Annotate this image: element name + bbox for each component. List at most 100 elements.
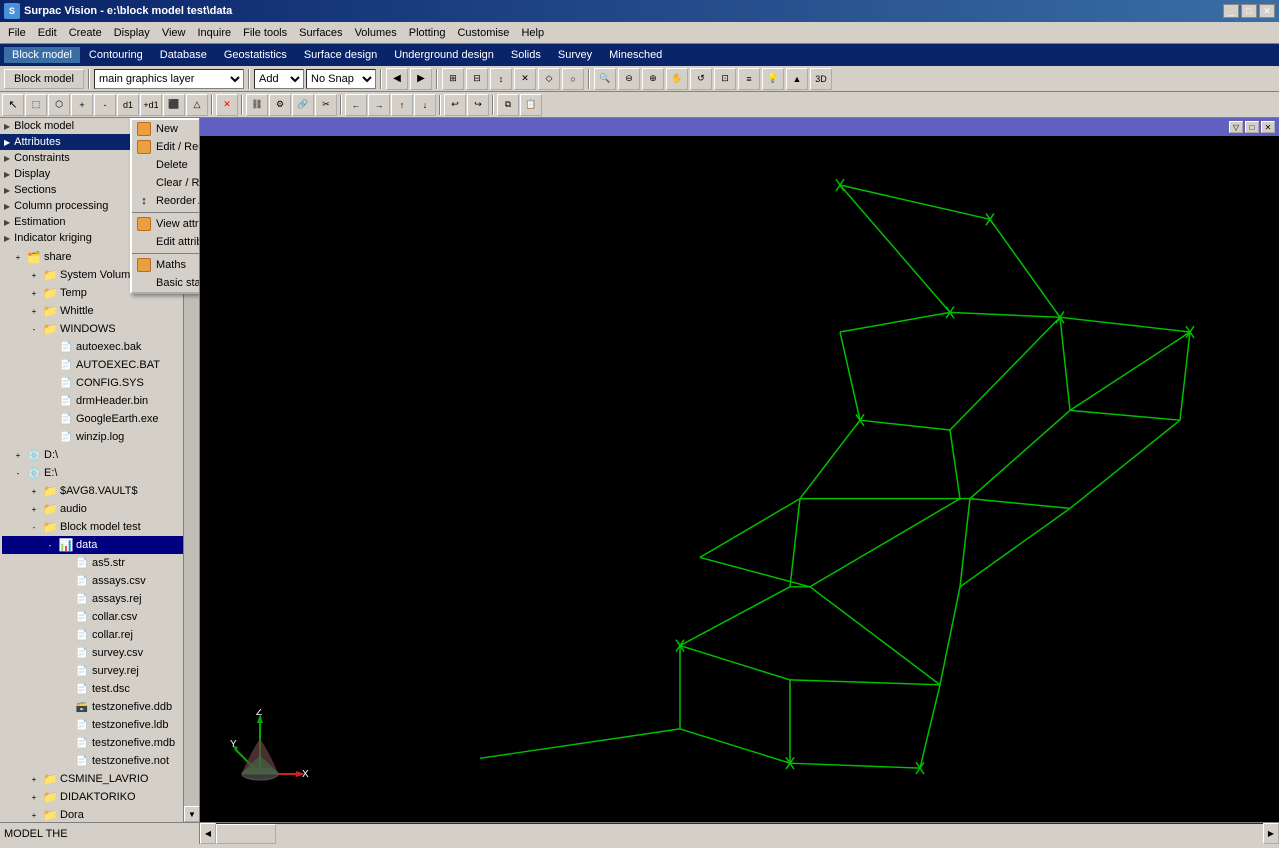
- tb-zoom-in[interactable]: 🔍: [594, 68, 616, 90]
- tb-diamond[interactable]: ◇: [538, 68, 560, 90]
- tree-collar-csv[interactable]: 📄 collar.csv: [2, 608, 197, 626]
- t3-redo[interactable]: ↪: [467, 94, 489, 116]
- t3-select-box[interactable]: ⬚: [25, 94, 47, 116]
- tb-grid2[interactable]: ⊟: [466, 68, 488, 90]
- menu-item-delete[interactable]: Delete: [132, 156, 200, 174]
- nav-solids[interactable]: Solids: [503, 47, 549, 63]
- canvas-maximize-btn[interactable]: □: [1245, 121, 1259, 133]
- tree-file-config-sys[interactable]: 📄 CONFIG.SYS: [2, 374, 197, 392]
- tree-drive-e[interactable]: - 💿 E:\: [2, 464, 197, 482]
- tb-circle[interactable]: ○: [562, 68, 584, 90]
- menu-volumes[interactable]: Volumes: [349, 25, 403, 41]
- hscroll-left-btn[interactable]: ◀: [200, 823, 216, 844]
- menu-file[interactable]: File: [2, 25, 32, 41]
- tree-collar-rej[interactable]: 📄 collar.rej: [2, 626, 197, 644]
- tree-didaktoriko[interactable]: + 📁 DIDAKTORIKO: [2, 788, 197, 806]
- maximize-button[interactable]: □: [1241, 4, 1257, 18]
- tb-shade[interactable]: ▲: [786, 68, 808, 90]
- tree-file-autoexec-bak[interactable]: 📄 autoexec.bak: [2, 338, 197, 356]
- tb-3d[interactable]: 3D: [810, 68, 832, 90]
- tree-audio[interactable]: + 📁 audio: [2, 500, 197, 518]
- t3-del-pt[interactable]: -: [94, 94, 116, 116]
- menu-help[interactable]: Help: [515, 25, 550, 41]
- tree-as5-str[interactable]: 📄 as5.str: [2, 554, 197, 572]
- t3-arrow-u[interactable]: ↑: [391, 94, 413, 116]
- block-model-button[interactable]: Block model: [4, 69, 84, 89]
- nav-surface-design[interactable]: Surface design: [296, 47, 385, 63]
- menu-item-new[interactable]: New: [132, 120, 200, 138]
- tree-survey-rej[interactable]: 📄 survey.rej: [2, 662, 197, 680]
- tree-testzonefive-mdb[interactable]: 📄 testzonefive.mdb: [2, 734, 197, 752]
- tb-arrow[interactable]: ↕: [490, 68, 512, 90]
- menu-item-view-one-block[interactable]: View attributes for one block: [132, 215, 200, 233]
- t3-x-close[interactable]: ✕: [216, 94, 238, 116]
- menu-item-maths[interactable]: Maths: [132, 256, 200, 274]
- t3-tri[interactable]: △: [186, 94, 208, 116]
- menu-file-tools[interactable]: File tools: [237, 25, 293, 41]
- t3-copy[interactable]: ⧉: [497, 94, 519, 116]
- t3-unlink[interactable]: ✂: [315, 94, 337, 116]
- t3-plus-d1[interactable]: +d1: [140, 94, 162, 116]
- hscroll-right-btn[interactable]: ▶: [1263, 823, 1279, 844]
- menu-customise[interactable]: Customise: [451, 25, 515, 41]
- menu-surfaces[interactable]: Surfaces: [293, 25, 348, 41]
- tb-grid[interactable]: ⊞: [442, 68, 464, 90]
- tb-zoom-all[interactable]: ⊕: [642, 68, 664, 90]
- t3-arrow-d[interactable]: ↓: [414, 94, 436, 116]
- tree-file-googleearth[interactable]: 📄 GoogleEarth.exe: [2, 410, 197, 428]
- menu-item-clear-reset[interactable]: Clear / Reset to background value: [132, 174, 200, 192]
- t3-chain[interactable]: ⛓: [246, 94, 268, 116]
- t3-arrow-l[interactable]: ←: [345, 94, 367, 116]
- tree-test-dsc[interactable]: 📄 test.dsc: [2, 680, 197, 698]
- nav-block-model[interactable]: Block model: [4, 47, 80, 63]
- tree-avg-vault[interactable]: + 📁 $AVG8.VAULT$: [2, 482, 197, 500]
- menu-item-edit-rename[interactable]: Edit / Rename: [132, 138, 200, 156]
- nav-survey[interactable]: Survey: [550, 47, 600, 63]
- tb-icon-x[interactable]: ✕: [514, 68, 536, 90]
- scroll-down-button[interactable]: ▼: [184, 806, 200, 822]
- tb-zoom-out[interactable]: ⊖: [618, 68, 640, 90]
- t3-cube[interactable]: ⬛: [163, 94, 185, 116]
- tree-testzonefive-not[interactable]: 📄 testzonefive.not: [2, 752, 197, 770]
- tree-survey-csv[interactable]: 📄 survey.csv: [2, 644, 197, 662]
- menu-display[interactable]: Display: [108, 25, 156, 41]
- t3-add-pt[interactable]: +: [71, 94, 93, 116]
- nav-database[interactable]: Database: [152, 47, 215, 63]
- tb-icon-2[interactable]: ▶: [410, 68, 432, 90]
- tree-dora[interactable]: + 📁 Dora: [2, 806, 197, 822]
- tree-drive-d[interactable]: + 💿 D:\: [2, 446, 197, 464]
- 3d-viewport[interactable]: Z Y X: [200, 136, 1279, 822]
- canvas-close-btn[interactable]: ✕: [1261, 121, 1275, 133]
- tree-testzonefive-ddb[interactable]: 🗃️ testzonefive.ddb: [2, 698, 197, 716]
- menu-item-basic-stats[interactable]: Basic statistics: [132, 274, 200, 292]
- t3-arrow-r[interactable]: →: [368, 94, 390, 116]
- nav-geostatistics[interactable]: Geostatistics: [216, 47, 295, 63]
- menu-item-reorder[interactable]: ↕ Reorder Attributes: [132, 192, 200, 210]
- tree-block-model-test[interactable]: - 📁 Block model test: [2, 518, 197, 536]
- tb-light[interactable]: 💡: [762, 68, 784, 90]
- hscroll-track[interactable]: [216, 823, 1263, 844]
- nav-contouring[interactable]: Contouring: [81, 47, 151, 63]
- tb-fit[interactable]: ⊡: [714, 68, 736, 90]
- tb-rotate[interactable]: ↺: [690, 68, 712, 90]
- tree-whittle[interactable]: + 📁 Whittle: [2, 302, 197, 320]
- minimize-button[interactable]: _: [1223, 4, 1239, 18]
- t3-link[interactable]: 🔗: [292, 94, 314, 116]
- menu-edit[interactable]: Edit: [32, 25, 63, 41]
- tree-file-winzip[interactable]: 📄 winzip.log: [2, 428, 197, 446]
- nav-minesched[interactable]: Minesched: [601, 47, 670, 63]
- menu-item-edit-one-block[interactable]: Edit attributes for one block: [132, 233, 200, 251]
- t3-d1[interactable]: d1: [117, 94, 139, 116]
- menu-create[interactable]: Create: [63, 25, 108, 41]
- tree-csmine[interactable]: + 📁 CSMINE_LAVRIO: [2, 770, 197, 788]
- tb-layers[interactable]: ≡: [738, 68, 760, 90]
- tree-file-drmheader[interactable]: 📄 drmHeader.bin: [2, 392, 197, 410]
- menu-inquire[interactable]: Inquire: [191, 25, 237, 41]
- t3-undo[interactable]: ↩: [444, 94, 466, 116]
- snap-select[interactable]: No Snap: [306, 69, 376, 89]
- tb-icon-1[interactable]: ◀: [386, 68, 408, 90]
- t3-paste[interactable]: 📋: [520, 94, 542, 116]
- canvas-minimize-btn[interactable]: ▽: [1229, 121, 1243, 133]
- tree-assays-rej[interactable]: 📄 assays.rej: [2, 590, 197, 608]
- tree-data-node[interactable]: - 📊 data: [2, 536, 197, 554]
